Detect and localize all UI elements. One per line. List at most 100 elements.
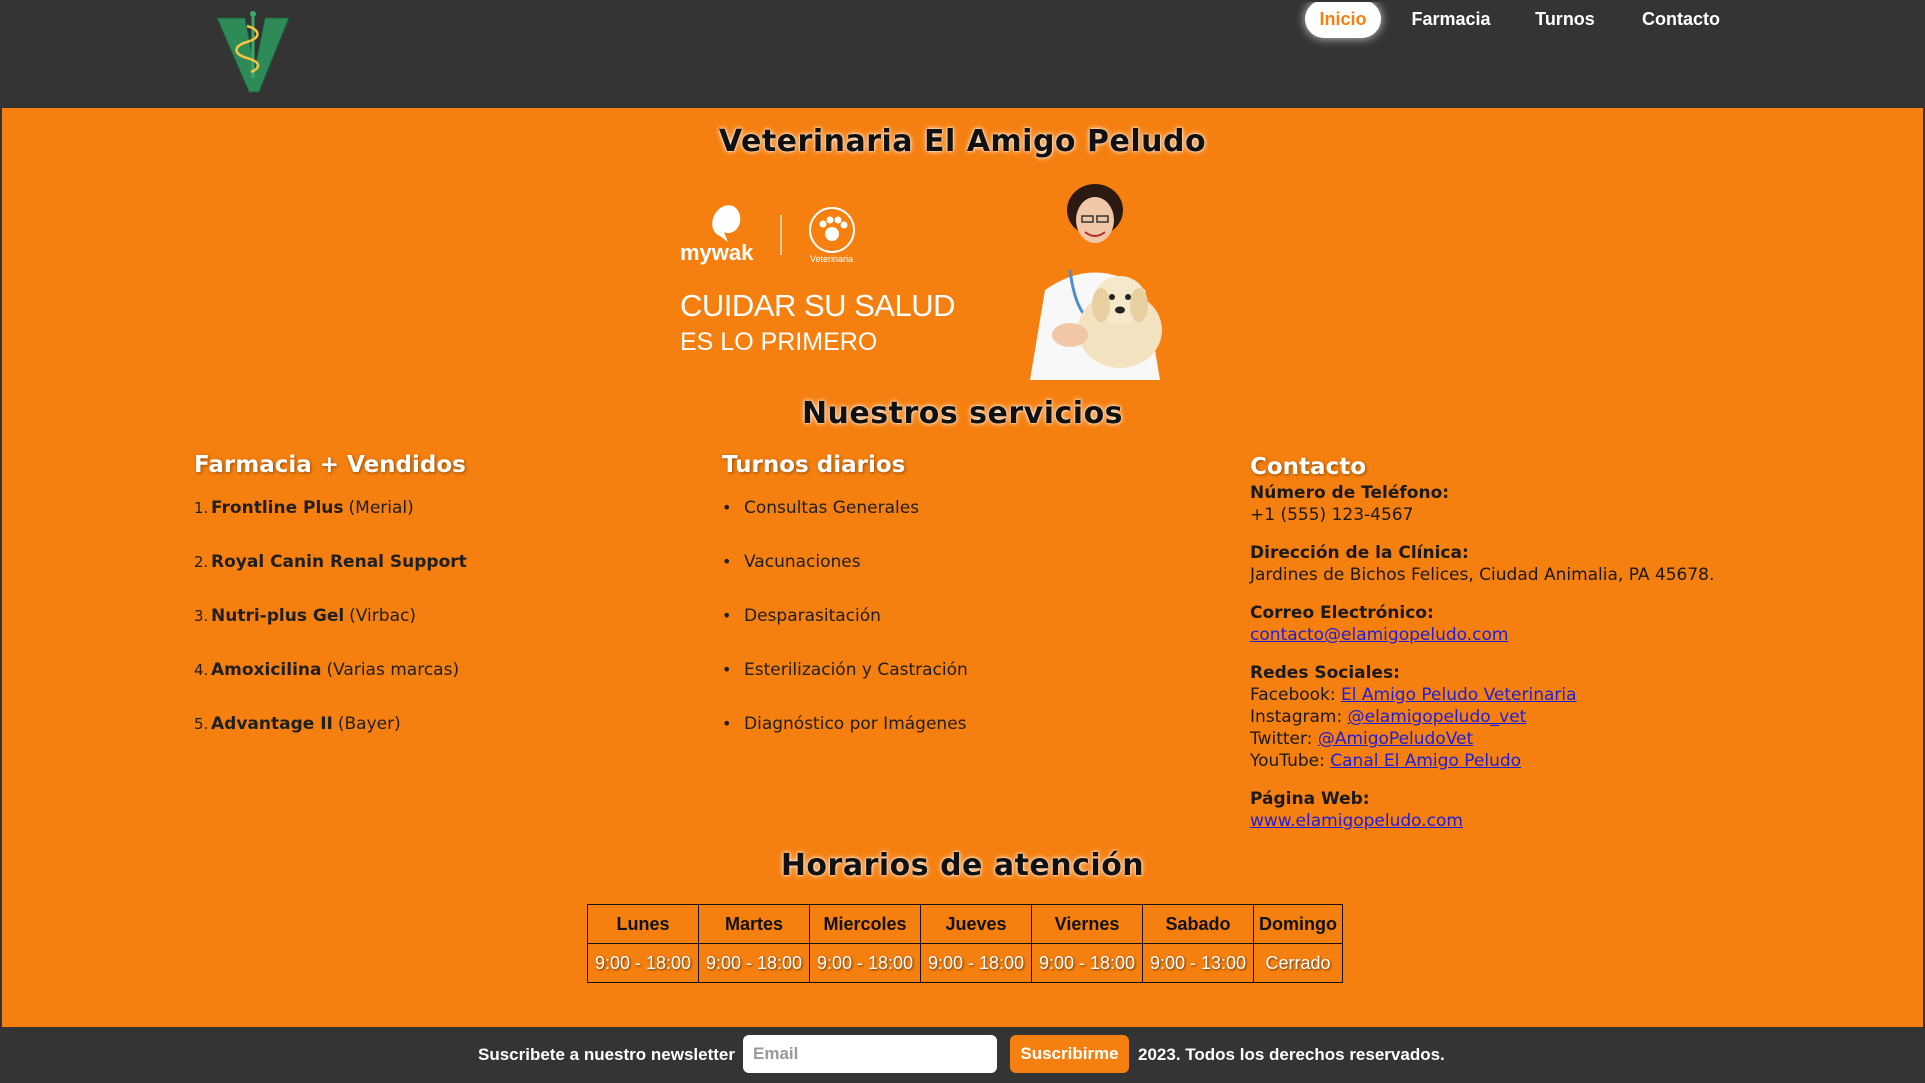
service-label: Vacunaciones: [744, 552, 861, 572]
hours-cell: 9:00 - 18:00: [920, 943, 1032, 983]
veterinary-logo-icon[interactable]: [205, 8, 305, 98]
subscribe-button[interactable]: Suscribirme: [1010, 1035, 1129, 1073]
list-number: 3.: [194, 607, 209, 625]
day-header: Jueves: [920, 904, 1032, 944]
social-row-youtube: YouTube: Canal El Amigo Peludo: [1250, 750, 1714, 772]
farmacia-list: 1. Frontline Plus (Merial) 2. Royal Canin R…: [194, 496, 594, 766]
farmacia-section: Farmacia + Vendidos 1. Frontline Plus (Mer…: [194, 452, 594, 766]
hours-cell: Cerrado: [1253, 943, 1343, 983]
list-item: 5. Advantage II (Bayer): [194, 712, 594, 766]
service-label: Diagnóstico por Imágenes: [744, 714, 967, 734]
address-group: Dirección de la Clínica: Jardines de Bic…: [1250, 542, 1714, 586]
list-item: 4. Amoxicilina (Varias marcas): [194, 658, 594, 712]
website-link[interactable]: www.elamigopeludo.com: [1250, 811, 1463, 831]
list-number: 4.: [194, 661, 209, 679]
social-group: Redes Sociales: Facebook: El Amigo Pelud…: [1250, 662, 1714, 772]
product-name: Royal Canin Renal Support: [211, 552, 467, 572]
banner-brand-sub: Veterinaria: [810, 254, 854, 264]
phone-value: +1 (555) 123-4567: [1250, 505, 1414, 525]
schedule-table: Lunes Martes Miercoles Jueves Viernes Sa…: [587, 904, 1343, 983]
twitter-link[interactable]: @AmigoPeludoVet: [1318, 729, 1473, 749]
day-header: Lunes: [587, 904, 699, 944]
list-item: 2. Royal Canin Renal Support: [194, 550, 594, 604]
product-brand: (Merial): [348, 498, 414, 518]
web-label: Página Web:: [1250, 789, 1370, 809]
list-number: 5.: [194, 715, 209, 733]
farmacia-heading: Farmacia + Vendidos: [194, 452, 466, 478]
instagram-link[interactable]: @elamigopeludo_vet: [1348, 707, 1527, 727]
newsletter-email-input[interactable]: [743, 1035, 997, 1073]
list-item: • Desparasitación: [722, 604, 1122, 658]
banner-line2: ES LO PRIMERO: [680, 328, 878, 356]
list-number: 1.: [194, 499, 209, 517]
product-brand: (Virbac): [349, 606, 416, 626]
day-header: Viernes: [1031, 904, 1143, 944]
banner-line1: CUIDAR SU SALUD: [680, 288, 956, 323]
contacto-heading: Contacto: [1250, 454, 1366, 480]
day-header: Sabado: [1142, 904, 1254, 944]
copyright-text: 2023. Todos los derechos reservados.: [1138, 1045, 1445, 1064]
table-header-row: Lunes Martes Miercoles Jueves Viernes Sa…: [587, 904, 1343, 944]
day-header: Martes: [698, 904, 810, 944]
horarios-title: Horarios de atención: [780, 848, 1145, 883]
social-row-instagram: Instagram: @elamigopeludo_vet: [1250, 706, 1714, 728]
site-header: Inicio Farmacia Turnos Contacto: [0, 0, 1925, 108]
nav-turnos[interactable]: Turnos: [1520, 0, 1610, 38]
list-number: 2.: [194, 553, 209, 571]
list-item: • Esterilización y Castración: [722, 658, 1122, 712]
product-brand: (Varias marcas): [326, 660, 460, 680]
product-brand: (Bayer): [337, 714, 401, 734]
turnos-heading: Turnos diarios: [722, 452, 906, 478]
facebook-link[interactable]: El Amigo Peludo Veterinaria: [1341, 685, 1577, 705]
phone-group: Número de Teléfono: +1 (555) 123-4567: [1250, 482, 1714, 526]
services-title: Nuestros servicios: [801, 396, 1124, 431]
social-network: Instagram:: [1250, 707, 1343, 727]
social-network: Facebook:: [1250, 685, 1336, 705]
hours-cell: 9:00 - 18:00: [698, 943, 810, 983]
bullet-icon: •: [722, 606, 732, 625]
address-value: Jardines de Bichos Felices, Ciudad Anima…: [1250, 565, 1715, 585]
social-row-facebook: Facebook: El Amigo Peludo Veterinaria: [1250, 684, 1714, 706]
contacto-section: Contacto Número de Teléfono: +1 (555) 12…: [1250, 452, 1714, 848]
nav-contacto[interactable]: Contacto: [1632, 0, 1730, 38]
address-label: Dirección de la Clínica:: [1250, 543, 1469, 563]
list-item: • Diagnóstico por Imágenes: [722, 712, 1122, 766]
turnos-section: Turnos diarios • Consultas Generales • Vac…: [722, 452, 1122, 766]
email-group: Correo Electrónico: contacto@elamigopelu…: [1250, 602, 1714, 646]
table-row: 9:00 - 18:00 9:00 - 18:00 9:00 - 18:00 9…: [587, 943, 1343, 983]
bullet-icon: •: [722, 498, 732, 517]
phone-label: Número de Teléfono:: [1250, 483, 1450, 503]
turnos-list: • Consultas Generales • Vacunaciones • Desp…: [722, 496, 1122, 766]
hours-cell: 9:00 - 18:00: [587, 943, 699, 983]
list-item: 1. Frontline Plus (Merial): [194, 496, 594, 550]
bullet-icon: •: [722, 714, 732, 733]
nav-inicio[interactable]: Inicio: [1305, 0, 1381, 38]
product-name: Frontline Plus: [211, 498, 344, 518]
email-link[interactable]: contacto@elamigopeludo.com: [1250, 625, 1508, 645]
product-name: Amoxicilina: [211, 660, 322, 680]
hours-cell: 9:00 - 18:00: [809, 943, 921, 983]
service-label: Desparasitación: [744, 606, 881, 626]
site-footer: Suscribete a nuestro newsletter Suscribi…: [0, 1027, 1925, 1083]
list-item: • Consultas Generales: [722, 496, 1122, 550]
email-label: Correo Electrónico:: [1250, 603, 1434, 623]
service-label: Esterilización y Castración: [744, 660, 968, 680]
social-label: Redes Sociales:: [1250, 663, 1400, 683]
social-row-twitter: Twitter: @AmigoPeludoVet: [1250, 728, 1714, 750]
youtube-link[interactable]: Canal El Amigo Peludo: [1330, 751, 1521, 771]
bullet-icon: •: [722, 552, 732, 571]
bullet-icon: •: [722, 660, 732, 679]
day-header: Domingo: [1253, 904, 1343, 944]
nav-farmacia[interactable]: Farmacia: [1405, 0, 1497, 38]
service-label: Consultas Generales: [744, 498, 920, 518]
hero-banner: mywak Veterinaria CUIDAR SU SALUD ES LO …: [680, 180, 1190, 380]
social-network: Twitter:: [1250, 729, 1313, 749]
hours-cell: 9:00 - 18:00: [1031, 943, 1143, 983]
banner-brand: mywak: [680, 240, 754, 265]
list-item: • Vacunaciones: [722, 550, 1122, 604]
page-title: Veterinaria El Amigo Peludo: [718, 124, 1207, 159]
hours-cell: 9:00 - 13:00: [1142, 943, 1254, 983]
product-name: Nutri-plus Gel: [211, 606, 345, 626]
social-network: YouTube:: [1250, 751, 1325, 771]
product-name: Advantage II: [211, 714, 333, 734]
